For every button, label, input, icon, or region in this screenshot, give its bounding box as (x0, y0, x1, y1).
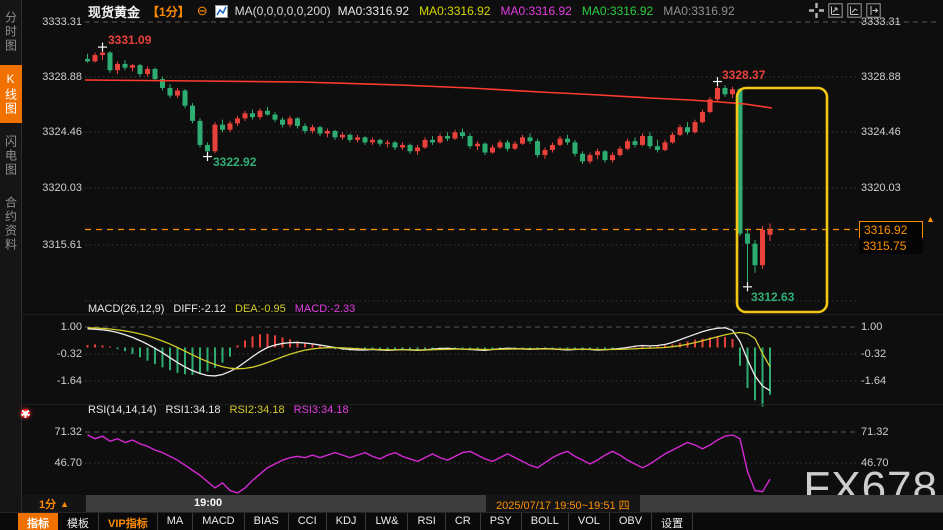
time-axis: 1分 ▲ 19:00 2025/07/17 19:50~19:51 四 (22, 495, 943, 512)
shift-right-icon[interactable] (866, 3, 881, 18)
tab-settings[interactable]: 设置 (652, 513, 693, 530)
symbol-name: 现货黄金 (88, 2, 140, 21)
zoom-axis-icon[interactable] (828, 3, 843, 18)
interval-label: 1分 (39, 496, 56, 512)
rsi3-value: RSI3:34.18 (294, 404, 349, 416)
axis-tick: -0.32 (30, 347, 82, 361)
tab-ma[interactable]: MA (158, 513, 194, 530)
live-alert-icon (21, 409, 30, 418)
tab-psy[interactable]: PSY (481, 513, 522, 530)
axis-tick: 1.00 (861, 320, 931, 334)
rsi2-value: RSI2:34.18 (230, 404, 285, 416)
sidebar-item-kline-chart[interactable]: K线图 (0, 65, 22, 123)
last-price-badge: 3316.92 (859, 221, 923, 239)
tab-template[interactable]: 模板 (58, 513, 99, 530)
axis-tick: 3333.31 (30, 15, 82, 29)
tab-indicator[interactable]: 指标 (18, 513, 58, 530)
rsi-indicator-row: RSI(14,14,14) RSI1:34.18 RSI2:34.18 RSI3… (88, 404, 349, 416)
chart-header: 现货黄金 【1分】 ⊖ MA(0,0,0,0,0,200) MA0:3316.9… (88, 2, 735, 20)
macd-diff-value: DIFF:-2.12 (173, 303, 226, 315)
axis-tick: -1.64 (30, 374, 82, 388)
ma-value: MA0:3316.92 (500, 4, 571, 18)
axis-tick: -0.32 (861, 347, 931, 361)
session-range-label: 2025/07/17 19:50~19:51 四 (486, 495, 640, 512)
ma-value: MA0:3316.92 (419, 4, 490, 18)
axis-tick: 3320.03 (861, 181, 931, 195)
chart-canvas[interactable] (0, 0, 943, 530)
axis-tick: 3315.61 (30, 238, 82, 252)
tab-cr[interactable]: CR (446, 513, 481, 530)
axis-tick: 46.70 (30, 456, 82, 470)
rsi-title: RSI(14,14,14) (88, 404, 156, 416)
ma-value: MA0:3316.92 (663, 4, 734, 18)
axis-tick: 1.00 (30, 320, 82, 334)
sidebar-item-time-share-chart[interactable]: 分时图 (0, 4, 22, 60)
tab-rsi[interactable]: RSI (408, 513, 445, 530)
tab-boll[interactable]: BOLL (522, 513, 569, 530)
header-ma-values: MA0:3316.92 MA0:3316.92 MA0:3316.92 MA0:331… (338, 4, 735, 18)
axis-tick: 3324.46 (30, 125, 82, 139)
sidebar: 分时图 K线图闪电图合约资料 (0, 0, 22, 512)
collapse-icon[interactable]: ⊖ (197, 3, 208, 19)
axis-tick: 3328.88 (30, 70, 82, 84)
interval-selector[interactable]: 1分 ▲ (22, 495, 86, 512)
bottom-toolbar-tabs: 指标模板VIP指标MAMACDBIASCCIKDJLW&RSICRPSYBOLL… (0, 512, 943, 530)
ma-value: MA0:3316.92 (338, 4, 409, 18)
tab-bias[interactable]: BIAS (245, 513, 289, 530)
tab-cci[interactable]: CCI (289, 513, 327, 530)
scale-axis-icon[interactable] (847, 3, 862, 18)
prev-price-badge: 3315.75 (859, 238, 923, 254)
macd-indicator-row: MACD(26,12,9) DIFF:-2.12 DEA:-0.95 MACD:… (88, 303, 355, 315)
ma-settings-label: MA(0,0,0,0,0,200) (235, 4, 331, 18)
axis-tick: 71.32 (30, 425, 82, 439)
trading-app: 分时图 K线图闪电图合约资料 现货黄金 【1分】 ⊖ MA(0,0,0,0,0,2… (0, 0, 943, 530)
axis-tick: 3320.03 (30, 181, 82, 195)
price-extreme-label: 3331.09 (108, 33, 151, 47)
mini-chart-icon[interactable] (215, 5, 228, 18)
tab-macd[interactable]: MACD (193, 513, 244, 530)
sidebar-item-contract-info[interactable]: 合约资料 (0, 189, 22, 259)
tab-vip-indicator[interactable]: VIP指标 (99, 513, 158, 530)
header-toolbar (809, 3, 881, 18)
tab-obv[interactable]: OBV (610, 513, 652, 530)
tab-lw[interactable]: LW& (366, 513, 408, 530)
time-tick: 19:00 (194, 497, 222, 509)
rsi1-value: RSI1:34.18 (165, 404, 220, 416)
period-label[interactable]: 【1分】 (147, 3, 190, 20)
price-extreme-label: 3328.37 (722, 68, 765, 82)
macd-title: MACD(26,12,9) (88, 303, 164, 315)
price-extreme-label: 3322.92 (213, 155, 256, 169)
ma-value: MA0:3316.92 (582, 4, 653, 18)
axis-tick: 3324.46 (861, 125, 931, 139)
triangle-up-icon: ▲ (60, 499, 69, 509)
macd-macd-value: MACD:-2.33 (295, 303, 356, 315)
axis-tick: -1.64 (861, 374, 931, 388)
axis-tick: 3328.88 (861, 70, 931, 84)
axis-tick: 71.32 (861, 425, 931, 439)
crosshair-icon[interactable] (809, 3, 824, 18)
latest-price-arrow-icon[interactable]: ▲ (926, 214, 935, 224)
price-extreme-label: 3312.63 (751, 290, 794, 304)
sidebar-item-lightning-chart[interactable]: 闪电图 (0, 128, 22, 184)
tab-kdj[interactable]: KDJ (327, 513, 367, 530)
macd-dea-value: DEA:-0.95 (235, 303, 286, 315)
tab-vol[interactable]: VOL (569, 513, 610, 530)
